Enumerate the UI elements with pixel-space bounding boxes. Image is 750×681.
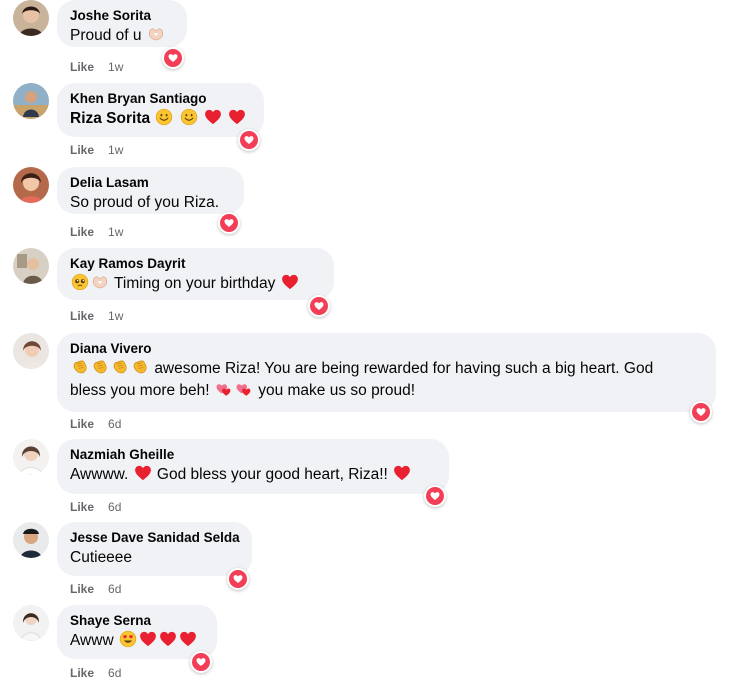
avatar[interactable]	[13, 83, 49, 119]
comment-actions: Like 1w	[70, 224, 123, 240]
comment-actions: Like 1w	[70, 59, 123, 75]
comment-bubble: Jesse Dave Sanidad Selda Cutieeee	[57, 522, 252, 576]
comment-actions: Like 6d	[70, 416, 121, 432]
comment-text: Riza Sorita	[70, 108, 251, 130]
comment-text-line2: bless you more beh!	[70, 382, 210, 399]
comment-author[interactable]: Joshe Sorita	[70, 6, 174, 25]
red-heart-emoji-icon	[228, 108, 246, 126]
like-button[interactable]: Like	[70, 225, 94, 239]
hearts-emoji-icon	[235, 380, 253, 398]
clapping-hands-emoji-icon	[131, 358, 149, 376]
comment-author[interactable]: Delia Lasam	[70, 173, 231, 192]
heart-love-reaction-icon[interactable]	[238, 129, 260, 151]
avatar[interactable]	[13, 333, 49, 369]
comment-author[interactable]: Jesse Dave Sanidad Selda	[70, 528, 240, 547]
comment-author[interactable]: Nazmiah Gheille	[70, 445, 436, 464]
like-button[interactable]: Like	[70, 500, 94, 514]
red-heart-emoji-icon	[281, 273, 299, 291]
timestamp[interactable]: 1w	[108, 60, 123, 74]
timestamp[interactable]: 1w	[108, 309, 123, 323]
comment-author[interactable]: Shaye Serna	[70, 611, 204, 630]
comment-text-content: Timing on your birthday	[114, 275, 276, 292]
red-heart-emoji-icon	[139, 630, 157, 648]
red-heart-emoji-icon	[179, 630, 197, 648]
red-heart-emoji-icon	[393, 464, 411, 482]
comment-text: Awwww. God bless your good heart, Riza!!	[70, 464, 436, 486]
like-button[interactable]: Like	[70, 666, 94, 680]
like-button[interactable]: Like	[70, 417, 94, 431]
comment-bubble: Diana Vivero awesome Riza! You are being…	[57, 333, 716, 412]
avatar[interactable]	[13, 522, 49, 558]
heart-love-reaction-icon[interactable]	[424, 485, 446, 507]
comment-text-content: Proud of u	[70, 27, 142, 44]
timestamp[interactable]: 6d	[108, 417, 121, 431]
comment-author[interactable]: Diana Vivero	[70, 339, 703, 358]
like-button[interactable]: Like	[70, 309, 94, 323]
comment-actions: Like 6d	[70, 499, 121, 515]
comment-actions: Like 1w	[70, 308, 123, 324]
comment-text-content: Awww	[70, 632, 114, 649]
heart-eyes-emoji-icon	[119, 630, 137, 648]
comment-text: Cutieeee	[70, 549, 133, 566]
comment-actions: Like 6d	[70, 581, 121, 597]
heart-love-reaction-icon[interactable]	[218, 212, 240, 234]
timestamp[interactable]: 1w	[108, 143, 123, 157]
clapping-hands-emoji-icon	[91, 358, 109, 376]
heart-love-reaction-icon[interactable]	[190, 651, 212, 673]
comment-actions: Like 1w	[70, 142, 123, 158]
heart-love-reaction-icon[interactable]	[162, 47, 184, 69]
smiling-face-emoji-icon	[180, 108, 198, 126]
avatar[interactable]	[13, 248, 49, 284]
comment-text-start: Awwww.	[70, 466, 129, 483]
timestamp[interactable]: 1w	[108, 225, 123, 239]
hearts-emoji-icon	[215, 380, 233, 398]
comment-text: Awww	[70, 630, 204, 652]
avatar[interactable]	[13, 439, 49, 475]
comment-bubble: Khen Bryan Santiago Riza Sorita	[57, 83, 264, 137]
avatar[interactable]	[13, 167, 49, 203]
avatar[interactable]	[13, 0, 49, 36]
timestamp[interactable]: 6d	[108, 582, 121, 596]
timestamp[interactable]: 6d	[108, 500, 121, 514]
avatar[interactable]	[13, 605, 49, 641]
comment-text-end: God bless your good heart, Riza!!	[156, 466, 388, 483]
pleading-face-emoji-icon	[71, 273, 89, 291]
comment-bubble: Delia Lasam So proud of you Riza.	[57, 167, 244, 214]
like-button[interactable]: Like	[70, 60, 94, 74]
comment-text: Timing on your birthday	[70, 273, 321, 295]
smiling-face-emoji-icon	[155, 108, 173, 126]
clapping-hands-emoji-icon	[111, 358, 129, 376]
timestamp[interactable]: 6d	[108, 666, 121, 680]
like-button[interactable]: Like	[70, 582, 94, 596]
heart-hands-emoji-icon	[91, 273, 109, 291]
comment-actions: Like 6d	[70, 665, 121, 681]
like-button[interactable]: Like	[70, 143, 94, 157]
heart-hands-emoji-icon	[147, 25, 165, 43]
comment-author[interactable]: Kay Ramos Dayrit	[70, 254, 321, 273]
comment-text: awesome Riza! You are being rewarded for…	[70, 358, 703, 380]
clapping-hands-emoji-icon	[71, 358, 89, 376]
comment-text: bless you more beh! you make us so proud…	[70, 380, 703, 402]
comment-bubble: Joshe Sorita Proud of u	[57, 0, 187, 47]
heart-love-reaction-icon[interactable]	[690, 401, 712, 423]
red-heart-emoji-icon	[159, 630, 177, 648]
mention-link[interactable]: Riza Sorita	[70, 110, 150, 127]
comment-bubble: Nazmiah Gheille Awwww. God bless your go…	[57, 439, 449, 494]
heart-love-reaction-icon[interactable]	[227, 568, 249, 590]
comment-bubble: Kay Ramos Dayrit Timing on your birthday	[57, 248, 334, 300]
comment-bubble: Shaye Serna Awww	[57, 605, 217, 659]
comment-author[interactable]: Khen Bryan Santiago	[70, 89, 251, 108]
comment-text: So proud of you Riza.	[70, 194, 220, 211]
comments-feed: Joshe Sorita Proud of u Like 1w Khen Brya…	[0, 0, 750, 681]
heart-love-reaction-icon[interactable]	[308, 295, 330, 317]
red-heart-emoji-icon	[204, 108, 222, 126]
red-heart-emoji-icon	[134, 464, 152, 482]
comment-text-line2-end: you make us so proud!	[258, 382, 416, 399]
comment-text-line1: awesome Riza! You are being rewarded for…	[154, 360, 654, 377]
comment-text: Proud of u	[70, 25, 174, 47]
